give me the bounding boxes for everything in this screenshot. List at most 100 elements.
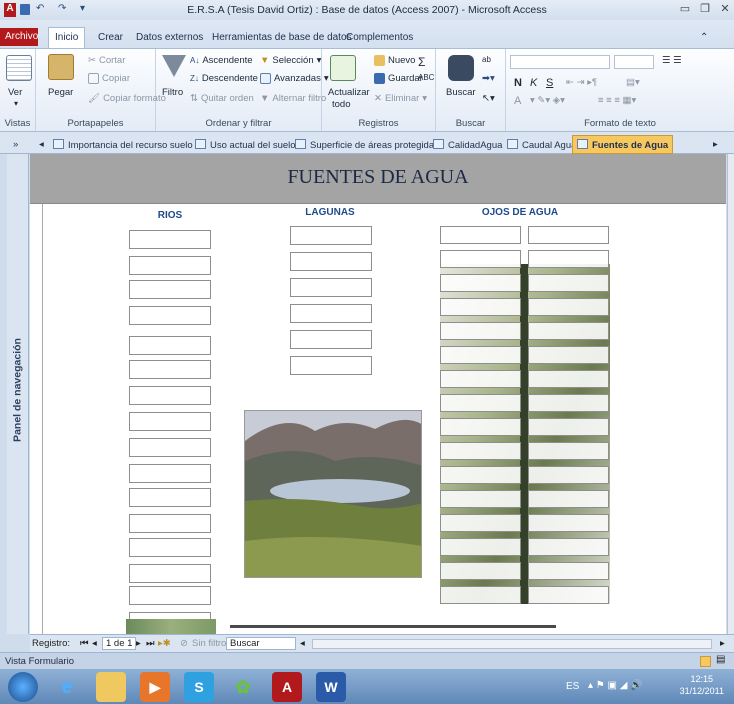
design-view-icon[interactable]: ▤ bbox=[716, 654, 725, 665]
filtro-button[interactable]: Filtro bbox=[162, 87, 183, 98]
totals-icon[interactable]: Σ bbox=[418, 55, 425, 69]
ojos-de-agua-field[interactable] bbox=[440, 586, 521, 604]
ojos-de-agua-field[interactable] bbox=[440, 250, 521, 268]
internet-explorer-icon[interactable]: e bbox=[52, 672, 82, 702]
last-record-icon[interactable]: ⏭ bbox=[146, 638, 155, 649]
ojos-de-agua-field[interactable] bbox=[440, 514, 521, 532]
indent-icons[interactable]: ⇤ ⇥ ▸¶ bbox=[566, 77, 597, 88]
ojos-de-agua-field[interactable] bbox=[528, 394, 609, 412]
eliminar-button[interactable]: ✕ Eliminar ▾ bbox=[374, 93, 427, 104]
cortar-button[interactable]: ✂ Cortar bbox=[88, 55, 125, 66]
rios-field[interactable] bbox=[129, 564, 211, 583]
descendente-button[interactable]: Z↓ Descendente bbox=[190, 73, 258, 84]
word-taskbar-icon[interactable]: W bbox=[316, 672, 346, 702]
lagunas-field[interactable] bbox=[290, 278, 372, 297]
select-icon[interactable]: ↖▾ bbox=[482, 93, 495, 104]
rios-field[interactable] bbox=[129, 412, 211, 431]
italic-button[interactable]: K bbox=[530, 77, 537, 89]
hscroll-right-icon[interactable]: ▸ bbox=[720, 638, 725, 649]
ojos-de-agua-field[interactable] bbox=[440, 466, 521, 484]
rios-field[interactable] bbox=[129, 586, 211, 605]
bold-button[interactable]: N bbox=[514, 77, 522, 89]
rios-field[interactable] bbox=[129, 464, 211, 483]
next-record-icon[interactable]: ▸ bbox=[136, 638, 141, 649]
tabs-scroll-left-icon[interactable]: ◂ bbox=[34, 135, 49, 154]
buscar-button[interactable]: Buscar bbox=[446, 87, 476, 98]
ojos-de-agua-field[interactable] bbox=[440, 562, 521, 580]
ojos-de-agua-field[interactable] bbox=[528, 418, 609, 436]
ojos-de-agua-field[interactable] bbox=[528, 370, 609, 388]
tray-icons[interactable]: ▴ ⚑ ▣ ◢ 🔊 bbox=[588, 680, 643, 691]
ojos-de-agua-field[interactable] bbox=[528, 562, 609, 580]
guardar-button[interactable]: Guardar bbox=[374, 73, 423, 84]
rios-field[interactable] bbox=[129, 386, 211, 405]
messenger-icon[interactable]: ✿ bbox=[228, 672, 258, 702]
ascendente-button[interactable]: A↓ Ascendente bbox=[190, 55, 253, 66]
ojos-de-agua-field[interactable] bbox=[528, 442, 609, 460]
font-name-select[interactable] bbox=[510, 55, 610, 69]
close-icon[interactable]: ✕ bbox=[716, 2, 734, 17]
minimize-ribbon-icon[interactable]: ⌃ bbox=[700, 28, 708, 48]
ojos-de-agua-field[interactable] bbox=[528, 298, 609, 316]
list-bullets-icon[interactable]: ☰ ☰ bbox=[662, 55, 682, 66]
gridlines-icon[interactable]: ▤▾ bbox=[626, 77, 640, 88]
rios-field[interactable] bbox=[129, 256, 211, 275]
language-indicator[interactable]: ES bbox=[566, 681, 579, 692]
copiar-button[interactable]: Copiar bbox=[88, 73, 130, 84]
tabs-scroll-right-icon[interactable]: ▸ bbox=[708, 135, 723, 154]
ojos-de-agua-field[interactable] bbox=[528, 346, 609, 364]
nuevo-button[interactable]: Nuevo bbox=[374, 55, 415, 66]
navigation-pane[interactable]: Panel de navegación bbox=[7, 154, 29, 634]
lagunas-field[interactable] bbox=[290, 304, 372, 323]
underline-button[interactable]: S bbox=[546, 77, 553, 89]
font-size-select[interactable] bbox=[614, 55, 654, 69]
doc-tab-calidad-agua[interactable]: CalidadAgua bbox=[428, 135, 507, 154]
ojos-de-agua-field[interactable] bbox=[440, 346, 521, 364]
rios-field[interactable] bbox=[129, 488, 211, 507]
tab-archivo[interactable]: Archivo bbox=[0, 28, 38, 46]
ojos-de-agua-field[interactable] bbox=[440, 322, 521, 340]
rios-field[interactable] bbox=[129, 230, 211, 249]
vertical-scrollbar[interactable] bbox=[727, 154, 734, 634]
todo-button[interactable]: todo bbox=[332, 99, 351, 110]
hscroll-left-icon[interactable]: ◂ bbox=[300, 638, 305, 649]
rios-field[interactable] bbox=[129, 360, 211, 379]
rios-field[interactable] bbox=[129, 280, 211, 299]
doc-tab-superficie[interactable]: Superficie de áreas protegidas bbox=[290, 135, 444, 154]
ojos-de-agua-field[interactable] bbox=[440, 274, 521, 292]
goto-icon[interactable]: ➡▾ bbox=[482, 73, 495, 84]
nav-pane-toggle[interactable]: » bbox=[8, 135, 23, 154]
prev-record-icon[interactable]: ◂ bbox=[92, 638, 97, 649]
skype-icon[interactable]: S bbox=[184, 672, 214, 702]
spelling-icon[interactable]: ABC bbox=[418, 73, 434, 82]
record-position-field[interactable]: 1 de 1 bbox=[102, 637, 137, 650]
ojos-de-agua-field[interactable] bbox=[528, 250, 609, 268]
ojos-de-agua-field[interactable] bbox=[528, 274, 609, 292]
form-view-icon[interactable] bbox=[700, 656, 711, 667]
clock[interactable]: 12:15 31/12/2011 bbox=[680, 673, 724, 697]
minimize-icon[interactable]: ▭ bbox=[676, 2, 694, 17]
new-record-nav-icon[interactable]: ▸✱ bbox=[158, 638, 171, 649]
ojos-de-agua-field[interactable] bbox=[528, 490, 609, 508]
ojos-de-agua-field[interactable] bbox=[528, 226, 609, 244]
lagunas-field[interactable] bbox=[290, 330, 372, 349]
ojos-de-agua-field[interactable] bbox=[528, 322, 609, 340]
tab-crear[interactable]: Crear bbox=[92, 28, 129, 48]
ojos-de-agua-field[interactable] bbox=[528, 538, 609, 556]
ojos-de-agua-field[interactable] bbox=[440, 370, 521, 388]
pegar-button[interactable]: Pegar bbox=[48, 87, 73, 98]
horizontal-scrollbar[interactable] bbox=[312, 639, 712, 649]
alternar-filtro-button[interactable]: ▼ Alternar filtro bbox=[260, 93, 326, 104]
tab-complementos[interactable]: Complementos bbox=[340, 28, 419, 48]
tab-herramientas[interactable]: Herramientas de base de datos bbox=[206, 28, 358, 48]
ojos-de-agua-field[interactable] bbox=[440, 226, 521, 244]
media-player-icon[interactable]: ▶ bbox=[140, 672, 170, 702]
ver-dropdown-icon[interactable]: ▾ bbox=[14, 99, 18, 108]
actualizar-button[interactable]: Actualizar bbox=[328, 87, 370, 98]
no-filter-icon[interactable]: ⊘ bbox=[180, 638, 188, 649]
ojos-de-agua-field[interactable] bbox=[440, 394, 521, 412]
ojos-de-agua-field[interactable] bbox=[528, 586, 609, 604]
doc-tab-fuentes-agua[interactable]: Fuentes de Agua bbox=[572, 135, 674, 154]
rios-field[interactable] bbox=[129, 306, 211, 325]
highlight-icon[interactable]: ▾ ✎▾ ◈▾ bbox=[530, 95, 565, 106]
